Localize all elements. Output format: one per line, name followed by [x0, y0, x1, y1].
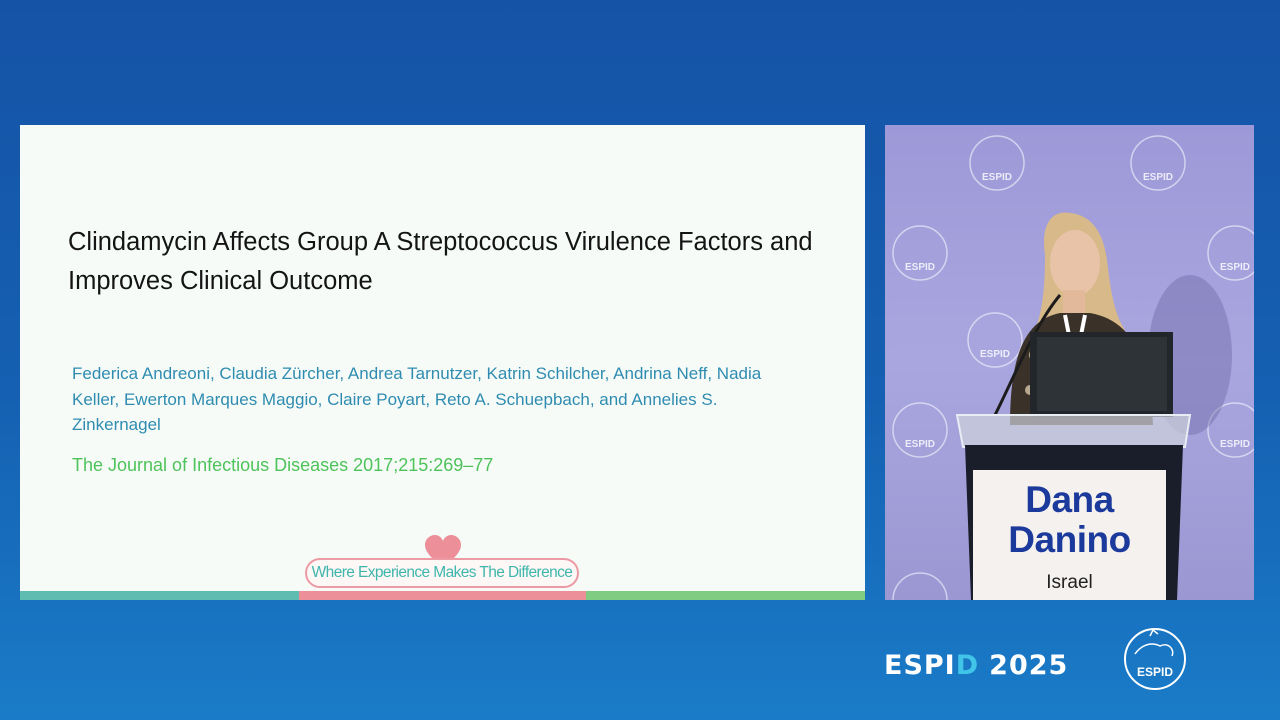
- backdrop-logo-text: ESPID: [982, 172, 1012, 183]
- backdrop-logo-text: ESPID: [1143, 172, 1173, 183]
- logo-text: ESPID: [1137, 665, 1173, 679]
- speaker-first-name: Dana: [1025, 479, 1114, 520]
- slide-tagline: Where Experience Makes The Difference: [305, 558, 579, 588]
- espid-globe-logo: ESPID: [1124, 628, 1186, 690]
- bird-icon: [1149, 628, 1159, 637]
- presentation-slide: Clindamycin Affects Group A Streptococcu…: [20, 125, 865, 600]
- backdrop-logo-text: ESPID: [1220, 439, 1250, 450]
- slide-title: Clindamycin Affects Group A Streptococcu…: [68, 228, 813, 295]
- brand-year: 2025: [989, 650, 1069, 681]
- backdrop-logo-text: ESPID: [980, 349, 1010, 360]
- laptop-lid: [1037, 337, 1167, 411]
- speaker-video-feed: ESPID ESPID ESPID ESPID ESPID ESPID ESPI…: [885, 125, 1254, 600]
- slide-footer-bar: [20, 591, 865, 600]
- brand-d: D: [955, 650, 980, 681]
- brand-prefix: ESPI: [884, 650, 956, 681]
- backdrop-logo-text: ESPID: [905, 439, 935, 450]
- lectern-top: [955, 414, 1192, 448]
- event-brand: ESPID 2025: [884, 646, 1068, 686]
- backdrop-logo-text: ESPID: [1220, 262, 1250, 273]
- slide-authors: Federica Andreoni, Claudia Zürcher, Andr…: [72, 364, 762, 434]
- speaker-country: Israel: [1046, 572, 1093, 593]
- backdrop-logo-text: ESPID: [905, 262, 935, 273]
- slide-journal-citation: The Journal of Infectious Diseases 2017;…: [72, 455, 494, 475]
- podium-name-sign: Dana Danino Israel: [973, 470, 1166, 600]
- speaker-last-name: Danino: [1008, 519, 1131, 560]
- speaker-face: [1050, 230, 1100, 296]
